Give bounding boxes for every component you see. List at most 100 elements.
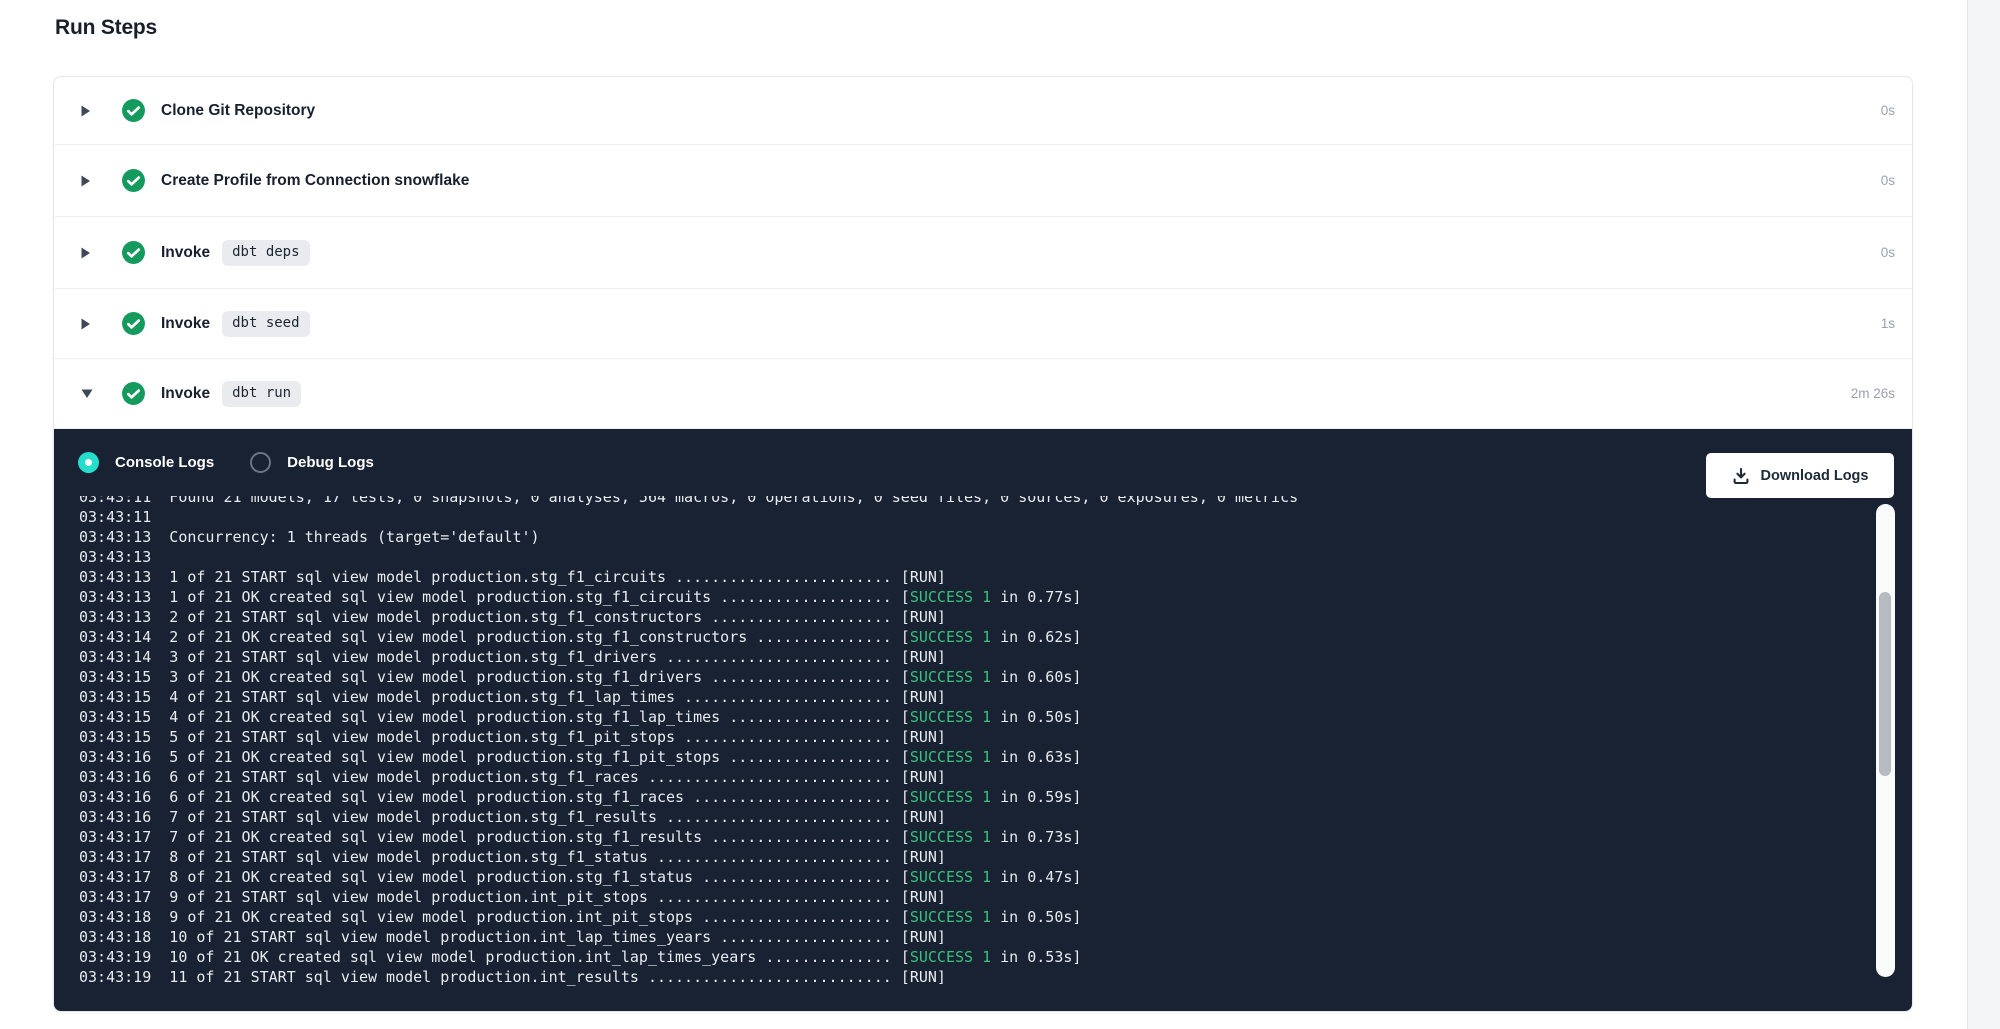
step-label: Invoke [161, 385, 210, 403]
console-log-viewport[interactable]: 03:43:11 Found 21 models, 17 tests, 0 sn… [54, 496, 1912, 1011]
log-status-bracket: [ [892, 748, 910, 766]
log-line: 03:43:13 1 of 21 OK created sql view mod… [79, 587, 1912, 607]
log-duration: in 0.77s] [991, 588, 1081, 606]
log-run-tag: [RUN] [892, 688, 946, 706]
log-line: 03:43:15 3 of 21 OK created sql view mod… [79, 667, 1912, 687]
log-run-tag: [RUN] [892, 888, 946, 906]
log-status-bracket: [ [892, 588, 910, 606]
success-check-icon [121, 98, 146, 123]
log-line: 03:43:11 [79, 507, 1912, 527]
log-run-tag: [RUN] [892, 928, 946, 946]
log-status-bracket: [ [892, 828, 910, 846]
log-success-tag: SUCCESS 1 [910, 628, 991, 646]
log-run-tag: [RUN] [892, 568, 946, 586]
logs-panel: Console Logs Debug Logs Download Logs 03:… [54, 429, 1912, 1011]
log-line-text: 03:43:17 8 of 21 OK created sql view mod… [79, 868, 892, 886]
log-success-tag: SUCCESS 1 [910, 708, 991, 726]
caret-right-icon[interactable] [80, 246, 94, 260]
log-line-text: 03:43:16 7 of 21 START sql view model pr… [79, 808, 892, 826]
log-line-text: 03:43:18 10 of 21 START sql view model p… [79, 928, 892, 946]
log-line-text: 03:43:13 Concurrency: 1 threads (target=… [79, 528, 540, 546]
run-steps-card: Clone Git Repository 0s Create Profile fro… [53, 76, 1913, 1012]
caret-right-icon[interactable] [80, 104, 94, 118]
log-line: 03:43:13 Concurrency: 1 threads (target=… [79, 527, 1912, 547]
log-line: 03:43:18 10 of 21 START sql view model p… [79, 927, 1912, 947]
log-line-text: 03:43:17 7 of 21 OK created sql view mod… [79, 828, 892, 846]
log-duration: in 0.50s] [991, 708, 1081, 726]
step-command-badge: dbt seed [222, 311, 309, 337]
radio-console-logs[interactable]: Console Logs [78, 452, 214, 473]
console-log-output: 03:43:11 Found 21 models, 17 tests, 0 sn… [54, 496, 1912, 987]
log-success-tag: SUCCESS 1 [910, 948, 991, 966]
log-line-text: 03:43:14 3 of 21 START sql view model pr… [79, 648, 892, 666]
radio-selected-icon[interactable] [78, 452, 99, 473]
log-line: 03:43:18 9 of 21 OK created sql view mod… [79, 907, 1912, 927]
page-title: Run Steps [55, 16, 157, 40]
radio-debug-logs[interactable]: Debug Logs [250, 452, 374, 473]
log-line-text: 03:43:16 5 of 21 OK created sql view mod… [79, 748, 892, 766]
radio-unselected-icon[interactable] [250, 452, 271, 473]
log-line: 03:43:16 6 of 21 OK created sql view mod… [79, 787, 1912, 807]
success-check-icon [121, 381, 146, 406]
caret-right-icon[interactable] [80, 317, 94, 331]
log-line: 03:43:16 6 of 21 START sql view model pr… [79, 767, 1912, 787]
radio-label: Console Logs [115, 454, 214, 471]
log-line-text: 03:43:13 1 of 21 START sql view model pr… [79, 568, 892, 586]
step-row-invoke-dbt-run[interactable]: Invokedbt run2m 26s [54, 359, 1912, 429]
log-run-tag: [RUN] [892, 808, 946, 826]
step-duration: 0s [1881, 103, 1912, 118]
success-check-icon [121, 168, 146, 193]
log-line: 03:43:15 5 of 21 START sql view model pr… [79, 727, 1912, 747]
caret-down-icon[interactable] [80, 388, 94, 399]
log-success-tag: SUCCESS 1 [910, 748, 991, 766]
step-command-badge: dbt deps [222, 240, 309, 266]
download-logs-button[interactable]: Download Logs [1706, 453, 1894, 498]
log-duration: in 0.60s] [991, 668, 1081, 686]
log-duration: in 0.59s] [991, 788, 1081, 806]
log-line: 03:43:16 5 of 21 OK created sql view mod… [79, 747, 1912, 767]
caret-right-icon[interactable] [80, 174, 94, 188]
log-line: 03:43:17 8 of 21 OK created sql view mod… [79, 867, 1912, 887]
log-duration: in 0.50s] [991, 908, 1081, 926]
log-line: 03:43:17 7 of 21 OK created sql view mod… [79, 827, 1912, 847]
log-line-text: 03:43:16 6 of 21 START sql view model pr… [79, 768, 892, 786]
step-label: Invoke [161, 244, 210, 262]
step-row-invoke-dbt-seed[interactable]: Invokedbt seed1s [54, 289, 1912, 359]
log-run-tag: [RUN] [892, 768, 946, 786]
log-line: 03:43:13 [79, 547, 1912, 567]
log-line: 03:43:19 10 of 21 OK created sql view mo… [79, 947, 1912, 967]
download-logs-label: Download Logs [1761, 468, 1869, 484]
log-line: 03:43:15 4 of 21 OK created sql view mod… [79, 707, 1912, 727]
log-line-text: 03:43:13 [79, 548, 169, 566]
step-label: Clone Git Repository [161, 102, 315, 120]
log-line: 03:43:13 1 of 21 START sql view model pr… [79, 567, 1912, 587]
log-line-text: 03:43:13 2 of 21 START sql view model pr… [79, 608, 892, 626]
step-duration: 0s [1881, 245, 1912, 260]
log-line: 03:43:17 8 of 21 START sql view model pr… [79, 847, 1912, 867]
log-line: 03:43:16 7 of 21 START sql view model pr… [79, 807, 1912, 827]
log-line-text: 03:43:16 6 of 21 OK created sql view mod… [79, 788, 892, 806]
log-status-bracket: [ [892, 908, 910, 926]
log-success-tag: SUCCESS 1 [910, 908, 991, 926]
logs-panel-header: Console Logs Debug Logs Download Logs [54, 429, 1912, 496]
log-line-text: 03:43:15 5 of 21 START sql view model pr… [79, 728, 892, 746]
step-duration: 2m 26s [1851, 386, 1912, 401]
log-line: 03:43:11 Found 21 models, 17 tests, 0 sn… [79, 496, 1912, 507]
log-line: 03:43:15 4 of 21 START sql view model pr… [79, 687, 1912, 707]
log-line: 03:43:14 2 of 21 OK created sql view mod… [79, 627, 1912, 647]
step-row-create-profile-from-connection-snowflake[interactable]: Create Profile from Connection snowflake… [54, 145, 1912, 217]
log-scrollbar-thumb[interactable] [1879, 592, 1891, 776]
step-label: Create Profile from Connection snowflake [161, 172, 469, 190]
success-check-icon [121, 311, 146, 336]
log-success-tag: SUCCESS 1 [910, 668, 991, 686]
log-success-tag: SUCCESS 1 [910, 788, 991, 806]
radio-label: Debug Logs [287, 454, 374, 471]
log-run-tag: [RUN] [892, 608, 946, 626]
log-success-tag: SUCCESS 1 [910, 828, 991, 846]
log-line-text: 03:43:15 4 of 21 START sql view model pr… [79, 688, 892, 706]
log-scrollbar-track[interactable] [1876, 504, 1895, 977]
log-line-text: 03:43:14 2 of 21 OK created sql view mod… [79, 628, 892, 646]
step-row-clone-git-repository[interactable]: Clone Git Repository 0s [54, 77, 1912, 145]
log-run-tag: [RUN] [892, 648, 946, 666]
step-row-invoke-dbt-deps[interactable]: Invoke dbt deps 0s [54, 217, 1912, 289]
